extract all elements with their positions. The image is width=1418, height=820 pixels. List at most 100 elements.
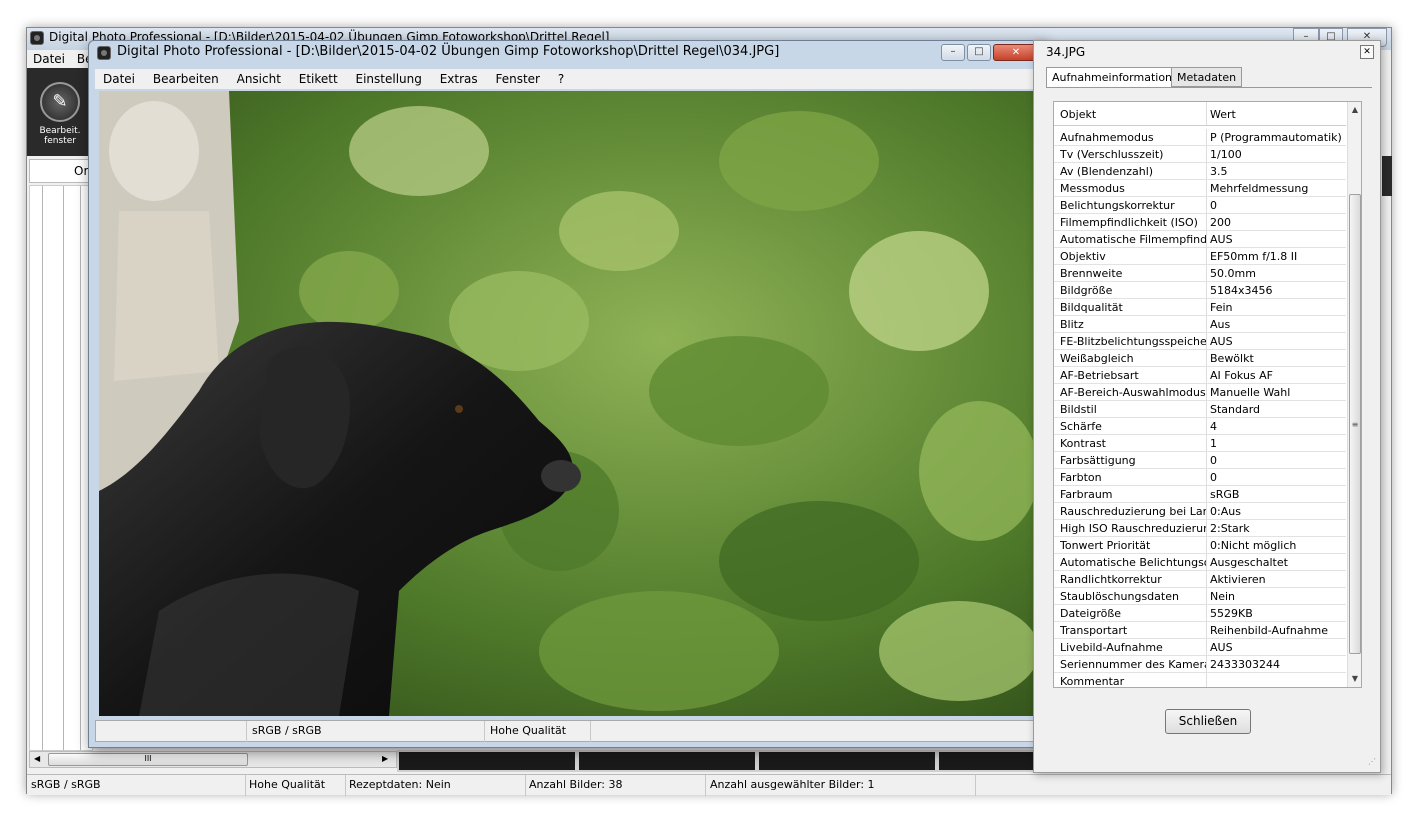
thumbnail-cell[interactable] [577,750,757,772]
scroll-up-icon[interactable]: ▲ [1350,105,1360,115]
table-row[interactable]: AF-Bereich-Auswahlmodus Manuelle Wahl [1054,384,1346,401]
table-row[interactable]: Bildstil Standard [1054,401,1346,418]
vertical-scrollbar[interactable]: ▲ ≡ ▼ [1347,102,1361,687]
edit-window-icon[interactable]: ✎ [40,82,80,122]
row-value: Fein [1210,301,1233,314]
row-object: Tonwert Priorität [1060,539,1151,552]
table-row[interactable]: Farbton 0 [1054,469,1346,486]
horizontal-scrollbar[interactable]: ◀ III ▶ [29,751,397,768]
menu-item-fenster[interactable]: Fenster [495,72,540,86]
menu-item-bearbeiten[interactable]: Bearbeiten [153,72,219,86]
table-row[interactable]: Livebild-Aufnahme AUS [1054,639,1346,656]
row-object: FE-Blitzbelichtungsspeicher... [1060,335,1206,348]
menu-item-ansicht[interactable]: Ansicht [237,72,281,86]
row-object: Rauschreduzierung bei Lan... [1060,505,1206,518]
table-row[interactable]: Blitz Aus [1054,316,1346,333]
row-value: Aktivieren [1210,573,1266,586]
scroll-right-icon[interactable]: ▶ [382,754,388,763]
image-maximize-button[interactable]: □ [967,44,991,61]
table-row[interactable]: Transportart Reihenbild-Aufnahme [1054,622,1346,639]
table-row[interactable]: Seriennummer des Kamera... 2433303244 [1054,656,1346,673]
info-window-title: 34.JPG [1046,45,1086,59]
table-row[interactable]: Bildqualität Fein [1054,299,1346,316]
table-row[interactable]: Automatische Belichtungso... Ausgeschalte… [1054,554,1346,571]
table-row[interactable]: Belichtungskorrektur 0 [1054,197,1346,214]
table-row[interactable]: Randlichtkorrektur Aktivieren [1054,571,1346,588]
image-window-titlebar[interactable]: Digital Photo Professional - [D:\Bilder\… [89,41,1046,67]
table-row[interactable]: Weißabgleich Bewölkt [1054,350,1346,367]
table-row[interactable]: Rauschreduzierung bei Lan... 0:Aus [1054,503,1346,520]
row-value: 0:Aus [1210,505,1241,518]
tab-shooting-info[interactable]: Aufnahmeinformationen [1046,67,1192,88]
scroll-thumb[interactable]: ≡ [1349,194,1361,654]
menu-item-datei[interactable]: Datei [33,52,65,66]
header-value[interactable]: Wert [1210,108,1344,121]
row-value: AI Fokus AF [1210,369,1274,382]
thumbnail-cell[interactable] [397,750,577,772]
table-row[interactable]: Automatische Filmempfindli... AUS [1054,231,1346,248]
resize-grip-icon[interactable]: ⋰ [1368,757,1376,766]
table-row[interactable]: AF-Betriebsart AI Fokus AF [1054,367,1346,384]
row-object: Automatische Belichtungso... [1060,556,1206,569]
table-row[interactable]: Filmempfindlichkeit (ISO) 200 [1054,214,1346,231]
row-value: EF50mm f/1.8 II [1210,250,1298,263]
row-object: Brennweite [1060,267,1123,280]
main-status-bar: sRGB / sRGB Hohe Qualität Rezeptdaten: N… [27,774,1391,796]
table-row[interactable]: Tonwert Priorität 0:Nicht möglich [1054,537,1346,554]
row-object: AF-Bereich-Auswahlmodus [1060,386,1206,399]
tab-metadata[interactable]: Metadaten [1171,67,1243,87]
image-window-title: Digital Photo Professional - [D:\Bilder\… [117,44,780,59]
row-value: Manuelle Wahl [1210,386,1291,399]
close-button[interactable]: Schließen [1165,709,1251,734]
row-value: 1/100 [1210,148,1242,161]
table-row[interactable]: Farbraum sRGB [1054,486,1346,503]
menu-item-etikett[interactable]: Etikett [299,72,338,86]
table-row[interactable]: Staublöschungsdaten Nein [1054,588,1346,605]
scroll-down-icon[interactable]: ▼ [1350,674,1360,684]
table-row[interactable]: Schärfe 4 [1054,418,1346,435]
photo-preview[interactable] [99,91,1038,716]
table-row[interactable]: High ISO Rauschreduzierung 2:Stark [1054,520,1346,537]
app-icon [97,46,111,60]
row-object: Farbsättigung [1060,454,1136,467]
table-row[interactable]: Aufnahmemodus P (Programmautomatik) [1054,129,1346,146]
table-row[interactable]: Objektiv EF50mm f/1.8 II [1054,248,1346,265]
table-row[interactable]: Farbsättigung 0 [1054,452,1346,469]
table-row[interactable]: Kommentar [1054,673,1346,687]
row-object: Bildgröße [1060,284,1113,297]
scroll-thumb[interactable]: III [48,753,248,766]
row-object: Livebild-Aufnahme [1060,641,1163,654]
table-row[interactable]: FE-Blitzbelichtungsspeicher... AUS [1054,333,1346,350]
menu-item-datei[interactable]: Datei [103,72,135,86]
table-row[interactable]: Kontrast 1 [1054,435,1346,452]
menu-item-help[interactable]: ? [558,72,564,86]
row-object: Bildqualität [1060,301,1123,314]
table-row[interactable]: Messmodus Mehrfeldmessung [1054,180,1346,197]
menu-item-einstellung[interactable]: Einstellung [356,72,422,86]
row-object: Belichtungskorrektur [1060,199,1175,212]
row-value: Nein [1210,590,1236,603]
table-row[interactable]: Dateigröße 5529KB [1054,605,1346,622]
row-object: Schärfe [1060,420,1102,433]
thumbnail-cell[interactable] [757,750,937,772]
row-value: 2433303244 [1210,658,1280,671]
row-object: Kontrast [1060,437,1106,450]
row-object: High ISO Rauschreduzierung [1060,522,1206,535]
row-object: Filmempfindlichkeit (ISO) [1060,216,1198,229]
app-icon [30,31,44,45]
info-close-icon[interactable]: ✕ [1360,45,1374,59]
table-row[interactable]: Av (Blendenzahl) 3.5 [1054,163,1346,180]
scroll-left-icon[interactable]: ◀ [34,754,40,763]
status-quality: Hohe Qualität [249,778,326,791]
row-value: 0:Nicht möglich [1210,539,1297,552]
row-object: Automatische Filmempfindli... [1060,233,1206,246]
header-object[interactable]: Objekt [1060,108,1206,121]
image-minimize-button[interactable]: – [941,44,965,61]
status-color-space: sRGB / sRGB [31,778,101,791]
table-row[interactable]: Bildgröße 5184x3456 [1054,282,1346,299]
menu-item-extras[interactable]: Extras [440,72,478,86]
table-row[interactable]: Brennweite 50.0mm [1054,265,1346,282]
row-value: Bewölkt [1210,352,1254,365]
table-row[interactable]: Tv (Verschlusszeit) 1/100 [1054,146,1346,163]
status-selected-count: Anzahl ausgewählter Bilder: 1 [710,778,875,791]
